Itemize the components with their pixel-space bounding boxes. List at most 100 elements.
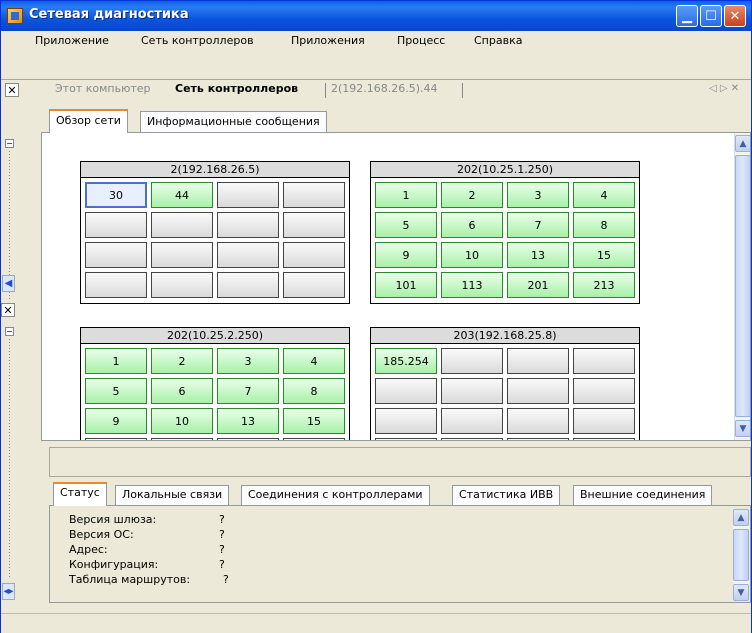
empty-cell[interactable]	[573, 438, 635, 440]
controller-cell[interactable]: 8	[573, 212, 635, 238]
empty-cell[interactable]	[283, 212, 345, 238]
expand-arrows-icon[interactable]: ◂▸	[2, 583, 15, 600]
tab-controller-network[interactable]: Сеть контроллеров	[175, 82, 298, 95]
empty-cell[interactable]	[375, 438, 437, 440]
empty-cell[interactable]	[441, 378, 503, 404]
controller-cell[interactable]: 15	[283, 408, 345, 434]
empty-cell[interactable]	[151, 438, 213, 440]
controller-cell[interactable]: 13	[217, 408, 279, 434]
empty-cell[interactable]	[217, 212, 279, 238]
controller-cell[interactable]: 201	[507, 272, 569, 298]
empty-cell[interactable]	[85, 438, 147, 440]
controller-cell[interactable]: 4	[283, 348, 345, 374]
dock-close-button[interactable]: ✕	[5, 83, 19, 97]
address-bar[interactable]	[49, 447, 751, 477]
empty-cell[interactable]	[151, 272, 213, 298]
status-scrollbar[interactable]: ▲ ▼	[733, 509, 749, 601]
empty-cell[interactable]	[441, 438, 503, 440]
empty-cell[interactable]	[217, 272, 279, 298]
controller-cell[interactable]: 44	[151, 182, 213, 208]
scroll-left-arrow-icon[interactable]: ◀	[2, 275, 15, 292]
empty-cell[interactable]	[573, 408, 635, 434]
minimize-button[interactable]: ▁	[676, 5, 698, 27]
controller-cell[interactable]: 30	[85, 182, 147, 208]
controller-cell[interactable]: 15	[573, 242, 635, 268]
controller-cell[interactable]: 9	[85, 408, 147, 434]
empty-cell[interactable]	[151, 212, 213, 238]
menu-applications[interactable]: Приложения	[291, 34, 365, 47]
empty-cell[interactable]	[441, 408, 503, 434]
empty-cell[interactable]	[217, 182, 279, 208]
empty-cell[interactable]	[573, 348, 635, 374]
tab-network-overview[interactable]: Обзор сети	[49, 109, 128, 133]
tab-this-computer[interactable]: Этот компьютер	[55, 82, 151, 95]
controller-cell[interactable]: 6	[151, 378, 213, 404]
empty-cell[interactable]	[217, 438, 279, 440]
empty-cell[interactable]	[151, 242, 213, 268]
empty-cell[interactable]	[283, 242, 345, 268]
controller-cell[interactable]: 10	[151, 408, 213, 434]
empty-cell[interactable]	[507, 438, 569, 440]
empty-cell[interactable]	[507, 348, 569, 374]
controller-cell[interactable]: 10	[441, 242, 503, 268]
controller-cell[interactable]: 9	[375, 242, 437, 268]
empty-cell[interactable]	[507, 378, 569, 404]
controller-cell[interactable]: 4	[573, 182, 635, 208]
controller-cell[interactable]: 113	[441, 272, 503, 298]
controller-cell[interactable]: 7	[507, 212, 569, 238]
menu-help[interactable]: Справка	[474, 34, 522, 47]
empty-cell[interactable]	[375, 378, 437, 404]
close-button[interactable]: ✕	[724, 5, 746, 27]
empty-cell[interactable]	[283, 438, 345, 440]
left-dock: − ◀ ✕ − ◂▸	[1, 105, 16, 605]
menu-process[interactable]: Процесс	[397, 34, 445, 47]
empty-cell[interactable]	[441, 348, 503, 374]
controller-cell[interactable]: 1	[85, 348, 147, 374]
controller-cell[interactable]: 213	[573, 272, 635, 298]
controller-cell[interactable]: 6	[441, 212, 503, 238]
controller-cell[interactable]: 2	[151, 348, 213, 374]
tab-info-messages[interactable]: Информационные сообщения	[140, 111, 327, 133]
vertical-scrollbar[interactable]: ▲ ▼	[734, 133, 750, 440]
scroll-up-icon[interactable]: ▲	[735, 135, 750, 152]
controller-cell[interactable]: 3	[507, 182, 569, 208]
collapse-icon[interactable]: −	[5, 327, 14, 336]
tab-label: Обзор сети	[56, 114, 121, 127]
menu-application[interactable]: Приложение	[35, 34, 109, 47]
tab-nav-arrows[interactable]: ◁ ▷ ✕	[709, 83, 739, 94]
controller-cell[interactable]: 13	[507, 242, 569, 268]
menu-controller-network[interactable]: Сеть контроллеров	[141, 34, 254, 47]
tab-controller-connections[interactable]: Соединения с контроллерами	[241, 485, 430, 505]
scroll-down-icon[interactable]: ▼	[733, 584, 749, 601]
tab-ivv-statistics[interactable]: Статистика ИВВ	[452, 485, 561, 505]
empty-cell[interactable]	[507, 408, 569, 434]
empty-cell[interactable]	[283, 182, 345, 208]
controller-cell[interactable]: 5	[85, 378, 147, 404]
empty-cell[interactable]	[573, 378, 635, 404]
maximize-button[interactable]: ☐	[700, 5, 722, 27]
empty-cell[interactable]	[375, 408, 437, 434]
tab-external-connections[interactable]: Внешние соединения	[573, 485, 713, 505]
controller-cell[interactable]: 5	[375, 212, 437, 238]
empty-cell[interactable]	[283, 272, 345, 298]
controller-cell[interactable]: 1	[375, 182, 437, 208]
collapse-icon[interactable]: −	[5, 139, 14, 148]
scroll-down-icon[interactable]: ▼	[735, 420, 750, 437]
scroll-thumb[interactable]	[733, 529, 749, 581]
empty-cell[interactable]	[85, 272, 147, 298]
scroll-up-icon[interactable]: ▲	[733, 509, 749, 526]
controller-cell[interactable]: 101	[375, 272, 437, 298]
controller-cell[interactable]: 2	[441, 182, 503, 208]
empty-cell[interactable]	[85, 242, 147, 268]
controller-cell[interactable]: 7	[217, 378, 279, 404]
dock-close-button-2[interactable]: ✕	[1, 303, 15, 317]
controller-cell[interactable]: 8	[283, 378, 345, 404]
tab-status[interactable]: Статус	[53, 482, 107, 506]
scroll-thumb[interactable]	[735, 155, 750, 417]
empty-cell[interactable]	[85, 212, 147, 238]
tab-local-links[interactable]: Локальные связи	[115, 485, 230, 505]
tab-controller-44[interactable]: 2(192.168.26.5).44	[331, 82, 438, 95]
controller-cell[interactable]: 185.254	[375, 348, 437, 374]
controller-cell[interactable]: 3	[217, 348, 279, 374]
empty-cell[interactable]	[217, 242, 279, 268]
